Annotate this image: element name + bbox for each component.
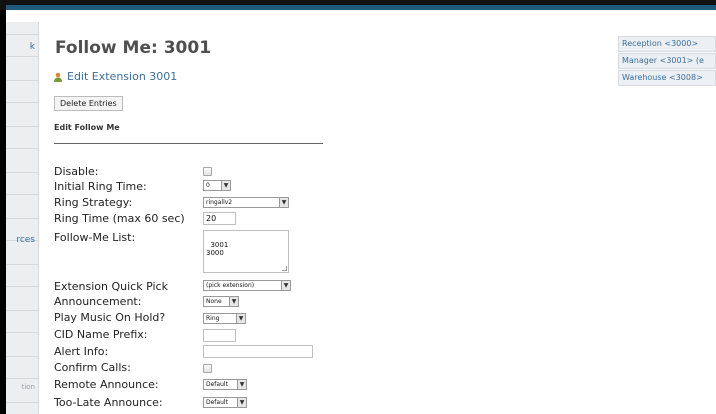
alert-info-input[interactable]	[203, 345, 313, 358]
cid-prefix-label: CID Name Prefix:	[54, 328, 148, 341]
remote-announce-value: Default	[206, 381, 228, 388]
user-icon	[54, 72, 62, 82]
extension-item-warehouse[interactable]: Warehouse <3008>	[618, 70, 716, 86]
initial-ring-time-value: 0	[206, 182, 210, 189]
chevron-down-icon: ▼	[237, 380, 246, 389]
top-bar-accent	[6, 5, 716, 10]
sidebar-divider	[6, 102, 39, 103]
quick-pick-value: (pick extension)	[206, 282, 255, 289]
followme-list-value: 3001 3000	[206, 241, 229, 257]
sidebar-divider	[6, 218, 39, 219]
sidebar-divider	[6, 34, 39, 35]
announcement-select[interactable]: None ▼	[203, 296, 239, 307]
sidebar-divider	[6, 80, 39, 81]
sidebar-divider	[6, 126, 39, 127]
ring-time-input[interactable]: 20	[203, 212, 236, 225]
music-on-hold-select[interactable]: Ring ▼	[203, 313, 246, 324]
sidebar-divider	[6, 332, 39, 333]
chevron-down-icon: ▼	[279, 198, 288, 207]
confirm-calls-checkbox[interactable]	[203, 364, 212, 373]
sidebar-item-label[interactable]: tion	[22, 383, 35, 391]
sidebar-divider	[6, 378, 39, 379]
ring-time-label: Ring Time (max 60 sec)	[54, 212, 185, 225]
too-late-announce-select[interactable]: Default ▼	[203, 397, 247, 408]
ring-strategy-label: Ring Strategy:	[54, 196, 133, 209]
quick-pick-label: Extension Quick Pick	[54, 280, 168, 293]
music-on-hold-value: Ring	[206, 315, 220, 322]
extension-item-reception[interactable]: Reception <3000>	[618, 36, 716, 52]
quick-pick-select[interactable]: (pick extension) ▼	[203, 280, 291, 291]
resize-handle-icon[interactable]	[282, 266, 287, 271]
remote-announce-label: Remote Announce:	[54, 378, 159, 391]
ring-strategy-value: ringallv2	[206, 199, 233, 206]
announcement-label: Announcement:	[54, 295, 142, 308]
sidebar-divider	[6, 172, 39, 173]
sidebar-item-label[interactable]: rces	[16, 235, 35, 245]
chevron-down-icon: ▼	[221, 181, 230, 190]
chevron-down-icon: ▼	[237, 398, 246, 407]
edit-extension-link[interactable]: Edit Extension 3001	[53, 70, 177, 83]
extension-list: Reception <3000> Manager <3001> (e Wareh…	[618, 36, 716, 87]
followme-list-label: Follow-Me List:	[54, 231, 136, 244]
initial-ring-time-label: Initial Ring Time:	[54, 180, 147, 193]
disable-label: Disable:	[54, 165, 99, 178]
sidebar-divider	[6, 286, 39, 287]
too-late-announce-label: Too-Late Announce:	[54, 396, 163, 409]
chevron-down-icon: ▼	[236, 314, 245, 323]
music-on-hold-label: Play Music On Hold?	[54, 311, 166, 324]
alert-info-label: Alert Info:	[54, 345, 109, 358]
sidebar-divider	[6, 56, 39, 57]
too-late-announce-value: Default	[206, 399, 228, 406]
edit-extension-label: Edit Extension 3001	[67, 70, 178, 83]
initial-ring-time-select[interactable]: 0 ▼	[203, 180, 231, 191]
sidebar-divider	[6, 194, 39, 195]
announcement-value: None	[206, 298, 222, 305]
chevron-down-icon: ▼	[281, 281, 290, 290]
chevron-down-icon: ▼	[229, 297, 238, 306]
sidebar-divider	[6, 356, 39, 357]
remote-announce-select[interactable]: Default ▼	[203, 379, 247, 390]
delete-entries-button[interactable]: Delete Entries	[54, 96, 123, 111]
sidebar-divider	[6, 310, 39, 311]
extension-item-manager[interactable]: Manager <3001> (e	[618, 53, 716, 69]
disable-checkbox[interactable]	[203, 167, 212, 176]
sidebar-divider	[6, 148, 39, 149]
page-title: Follow Me: 3001	[55, 38, 212, 58]
sidebar-divider	[6, 402, 39, 403]
section-heading: Edit Follow Me	[54, 123, 323, 144]
ring-strategy-select[interactable]: ringallv2 ▼	[203, 197, 289, 208]
sidebar-divider	[6, 264, 39, 265]
followme-list-textarea[interactable]: 3001 3000	[203, 230, 289, 273]
sidebar-item-label[interactable]: k	[30, 42, 35, 52]
confirm-calls-label: Confirm Calls:	[54, 361, 131, 374]
sidebar-nav: k rces tion	[6, 22, 39, 414]
cid-prefix-input[interactable]	[203, 329, 236, 342]
